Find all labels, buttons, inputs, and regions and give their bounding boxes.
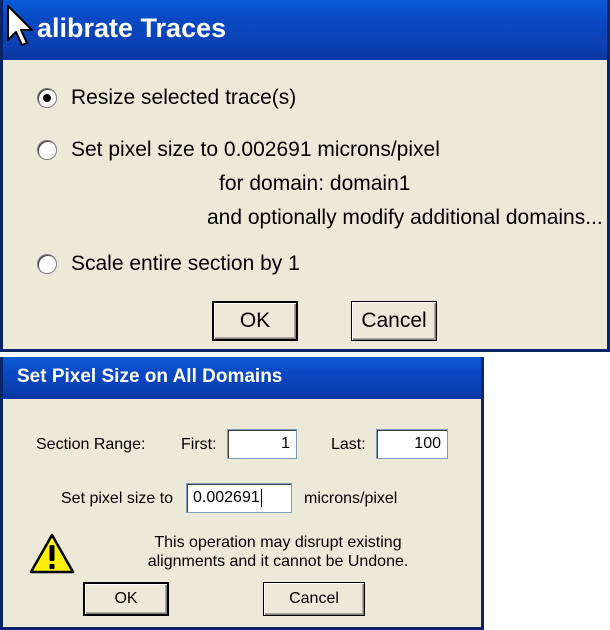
radio-label: Set pixel size to 0.002691 microns/pixel (71, 138, 440, 161)
warning-line-2: alignments and it cannot be Undone. (147, 553, 409, 570)
cancel-button[interactable]: Cancel (351, 301, 437, 341)
radio-resize-traces[interactable]: Resize selected trace(s) (37, 86, 296, 110)
units-label: microns/pixel (304, 490, 398, 507)
domain-label: for domain: domain1 (219, 172, 411, 195)
ok-button[interactable]: OK (212, 301, 298, 341)
section-range-label: Section Range: (36, 436, 146, 453)
modify-domains-label: and optionally modify additional domains… (207, 206, 603, 229)
pixel-size-value: 0.002691 (193, 489, 260, 506)
title-bar[interactable]: Set Pixel Size on All Domains (3, 357, 481, 399)
radio-label: Scale entire section by 1 (71, 252, 300, 275)
text-caret (260, 489, 262, 507)
dialog-title: alibrate Traces (37, 13, 227, 43)
radio-button[interactable] (37, 254, 57, 274)
last-section-input[interactable]: 100 (376, 429, 448, 459)
pixel-size-label: Set pixel size to (61, 490, 174, 507)
last-section-value: 100 (414, 435, 441, 452)
title-bar[interactable]: alibrate Traces (3, 0, 607, 60)
set-pixel-size-dialog: Set Pixel Size on All Domains Section Ra… (0, 357, 484, 630)
radio-button[interactable] (37, 140, 57, 160)
radio-button[interactable] (37, 88, 57, 108)
first-section-input[interactable]: 1 (227, 429, 297, 459)
warning-message: This operation may disrupt existing alig… (123, 533, 433, 571)
last-label: Last: (331, 436, 366, 453)
radio-set-pixel-size[interactable]: Set pixel size to 0.002691 microns/pixel (37, 138, 440, 162)
pixel-size-input[interactable]: 0.002691 (186, 483, 292, 513)
radio-label: Resize selected trace(s) (71, 86, 297, 109)
radio-scale-section[interactable]: Scale entire section by 1 (37, 252, 300, 276)
mouse-cursor-icon (7, 5, 33, 46)
first-section-value: 1 (281, 435, 290, 452)
warning-icon (29, 533, 75, 574)
calibrate-traces-dialog: alibrate Traces Resize selected trace(s)… (0, 0, 610, 352)
warning-line-1: This operation may disrupt existing (154, 534, 402, 551)
ok-button[interactable]: OK (83, 582, 169, 616)
cancel-button[interactable]: Cancel (263, 582, 365, 616)
first-label: First: (181, 436, 217, 453)
dialog-title: Set Pixel Size on All Domains (17, 366, 283, 387)
